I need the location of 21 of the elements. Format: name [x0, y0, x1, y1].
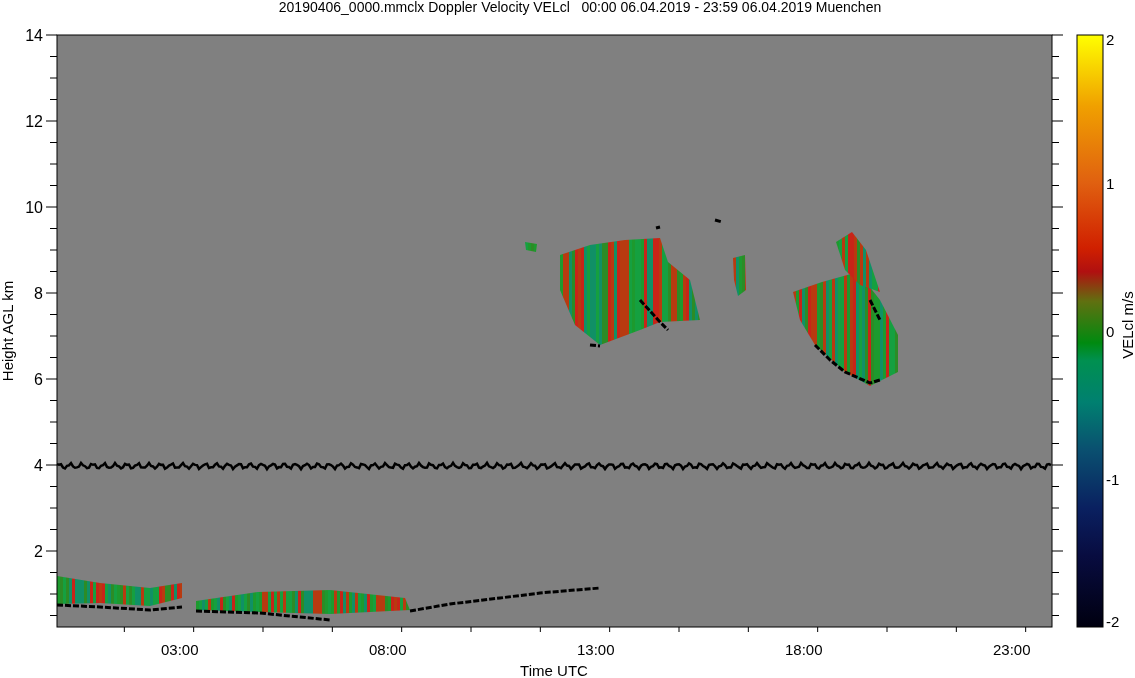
y-tick-label: 6	[34, 371, 43, 388]
y-axis-label: Height AGL km	[0, 280, 16, 382]
x-tick-label: 03:00	[161, 641, 199, 658]
x-tick-label: 13:00	[577, 641, 615, 658]
y-tick-label: 4	[34, 457, 43, 474]
colorbar-tick-label: 2	[1106, 31, 1115, 48]
colorbar-tick-label: 1	[1106, 175, 1115, 192]
y-tick-label: 10	[25, 199, 43, 216]
colorbar-tick-label: -2	[1106, 613, 1120, 630]
x-axis-label: Time UTC	[520, 662, 588, 678]
y-tick-label: 12	[25, 113, 43, 130]
y-tick-label: 2	[34, 543, 43, 560]
x-tick-label: 08:00	[369, 641, 407, 658]
colorbar-tick-label: -1	[1106, 471, 1120, 488]
y-tick-label: 8	[34, 285, 43, 302]
colorbar-tick-label: 0	[1106, 323, 1115, 340]
y-tick-label: 14	[25, 27, 43, 44]
x-tick-label: 23:00	[993, 641, 1031, 658]
x-tick-label: 18:00	[785, 641, 823, 658]
colorbar-label: VELcl m/s	[1119, 291, 1135, 359]
plot-title: 20190406_0000.mmclx Doppler Velocity VELcl 00:00 06.04.2019 - 23:59 06.04.2019 Muenchen	[278, 0, 882, 15]
